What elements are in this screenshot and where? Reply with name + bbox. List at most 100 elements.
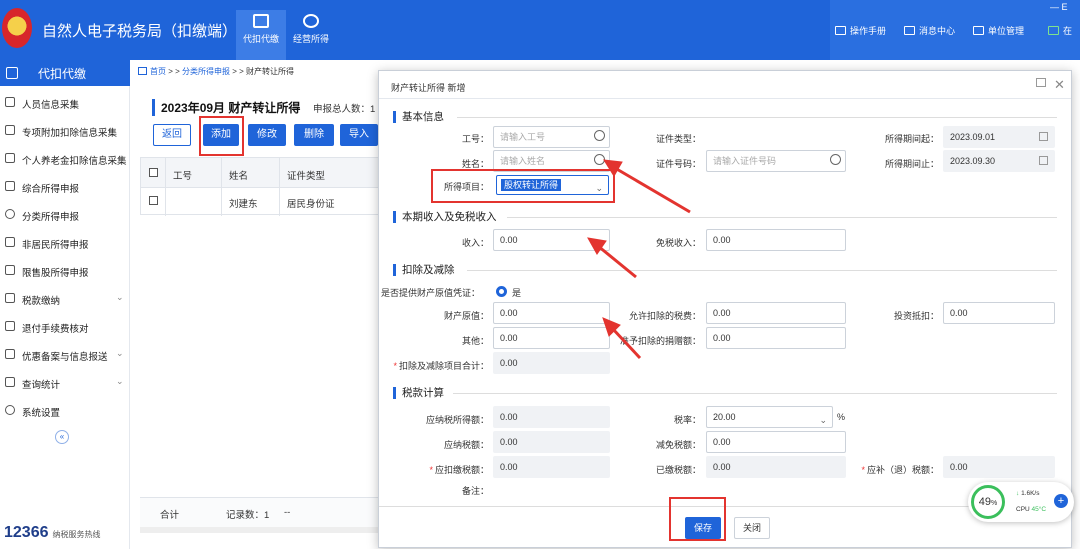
data-table: 工号 姓名 证件类型 刘建东 居民身份证: [140, 157, 380, 216]
allowed-tax-label: 允许扣除的税费：: [628, 311, 701, 321]
emp-no-placeholder: 请输入工号: [500, 132, 546, 142]
row-checkbox[interactable]: [149, 196, 158, 205]
other-label: 其他：: [461, 336, 489, 346]
sidebar-item-refund-fee[interactable]: 退付手续费核对: [0, 313, 130, 341]
building-icon: [973, 26, 984, 35]
section-basic: 基本信息: [393, 111, 444, 123]
sidebar-item-label: 系统设置: [22, 408, 61, 419]
list-icon: [5, 125, 15, 135]
close-button[interactable]: 关闭: [734, 517, 770, 539]
paid-value: 0.00: [706, 456, 846, 478]
divider: [279, 158, 280, 216]
allowed-tax-input[interactable]: 0.00: [706, 302, 846, 324]
cpu-monitor-widget[interactable]: 49% ↓ 1.6K/s CPU 45°C +: [968, 482, 1074, 522]
add-dialog: 财产转让所得 新增 ✕ 基本信息 工号： 请输入工号 姓名： 请输入姓名 证件类…: [378, 70, 1072, 548]
search-icon[interactable]: [594, 154, 605, 165]
coins-icon: [303, 14, 319, 28]
plus-icon[interactable]: +: [1054, 494, 1068, 508]
nav-withholding[interactable]: 代扣代缴: [236, 10, 286, 60]
page-title: 2023年09月 财产转让所得: [152, 99, 300, 116]
bar-chart-icon: [5, 265, 15, 275]
online-label: 在: [1063, 26, 1073, 36]
sidebar-item-nonresident[interactable]: 非居民所得申报: [0, 229, 130, 257]
edit-button[interactable]: 修改: [248, 124, 286, 146]
id-type-label: 证件类型：: [655, 134, 701, 144]
period-start-input[interactable]: 2023.09.01: [943, 126, 1055, 148]
sidebar-item-classified[interactable]: 分类所得申报: [0, 201, 130, 229]
period-end-label: 所得期间止：: [884, 159, 939, 169]
person-icon: [5, 97, 15, 107]
orig-value-input[interactable]: 0.00: [493, 302, 610, 324]
sidebar-item-label: 查询统计: [22, 380, 61, 391]
col-header: 工号: [173, 171, 193, 182]
sidebar-item-comprehensive[interactable]: 综合所得申报: [0, 173, 130, 201]
layers-icon: [5, 181, 15, 191]
breadcrumb-classified[interactable]: 分类所得申报: [182, 67, 230, 76]
search-icon[interactable]: [594, 130, 605, 141]
footer-dash: --: [284, 507, 291, 518]
sidebar-item-query[interactable]: 查询统计 ⌄: [0, 369, 130, 397]
nav-label: 经营所得: [292, 34, 329, 44]
window-min-button[interactable]: — E: [1050, 2, 1068, 12]
withhold-label: * 应扣缴税额：: [399, 463, 489, 476]
delete-button[interactable]: 删除: [294, 124, 334, 146]
cpu-usage-ring: 49%: [971, 485, 1005, 519]
relief-input[interactable]: 0.00: [706, 431, 846, 453]
breadcrumb-home[interactable]: 首页: [150, 67, 166, 76]
search-icon[interactable]: [830, 154, 841, 165]
message-center-button[interactable]: 消息中心: [904, 24, 955, 37]
deduct-total-label: * 扣除及减除项目合计：: [383, 359, 489, 372]
select-all-checkbox[interactable]: [149, 168, 158, 177]
income-input[interactable]: 0.00: [493, 229, 610, 251]
online-button[interactable]: 在: [1048, 24, 1072, 37]
sidebar-item-person-info[interactable]: 人员信息采集: [0, 89, 130, 117]
manual-icon: [835, 26, 846, 35]
wallet-icon: [253, 14, 269, 28]
divider: [507, 217, 1057, 218]
donation-input[interactable]: 0.00: [706, 327, 846, 349]
sidebar-item-settings[interactable]: 系统设置: [0, 397, 130, 425]
invest-input[interactable]: 0.00: [943, 302, 1055, 324]
sidebar-item-preferential[interactable]: 优惠备案与信息报送 ⌄: [0, 341, 130, 369]
sidebar-item-label: 税款缴纳: [22, 296, 61, 307]
manual-button[interactable]: 操作手册: [835, 24, 886, 37]
net-speed-value: 1.6K/s: [1021, 490, 1040, 497]
sidebar-item-special-deduction[interactable]: 专项附加扣除信息采集: [0, 117, 130, 145]
message-label: 消息中心: [919, 26, 956, 36]
sidebar-item-label: 综合所得申报: [22, 184, 80, 195]
nav-business-income[interactable]: 经营所得: [286, 10, 336, 60]
other-input[interactable]: 0.00: [493, 327, 610, 349]
taxfree-input[interactable]: 0.00: [706, 229, 846, 251]
import-button[interactable]: 导入: [340, 124, 378, 146]
unit-manage-button[interactable]: 单位管理: [973, 24, 1024, 37]
required-mark: *: [429, 465, 433, 475]
sidebar-item-pension[interactable]: 个人养老金扣除信息采集: [0, 145, 130, 173]
proof-yes-radio[interactable]: [496, 286, 507, 297]
breadcrumb-sep: > >: [166, 67, 183, 76]
gear-icon: [5, 405, 15, 415]
id-no-input[interactable]: 请输入证件号码: [706, 150, 846, 172]
divider: [221, 158, 222, 216]
mail-icon: [904, 26, 915, 35]
sidebar-item-label: 分类所得申报: [22, 212, 80, 223]
maximize-icon[interactable]: [1036, 78, 1046, 87]
home-icon: [138, 67, 147, 75]
emp-no-input[interactable]: 请输入工号: [493, 126, 610, 148]
back-button[interactable]: 返回: [153, 124, 191, 146]
cpu-label: CPU: [1016, 506, 1030, 513]
proof-label: 是否提供财产原值凭证：: [381, 288, 481, 298]
close-icon[interactable]: ✕: [1054, 77, 1065, 93]
sidebar-item-restricted-stock[interactable]: 限售股所得申报: [0, 257, 130, 285]
period-end-input[interactable]: 2023.09.30: [943, 150, 1055, 172]
horizontal-scrollbar[interactable]: [140, 527, 380, 533]
breadcrumb-sep: > >: [230, 67, 247, 76]
rate-select[interactable]: 20.00 ⌄: [706, 406, 833, 428]
sidebar-item-tax-payment[interactable]: 税款缴纳 ⌄: [0, 285, 130, 313]
divider: [457, 117, 1057, 118]
table-cell[interactable]: 刘建东: [229, 196, 258, 210]
remark-label: 备注：: [461, 486, 489, 496]
sidebar-collapse-button[interactable]: «: [55, 430, 69, 444]
withhold-value: 0.00: [493, 456, 610, 478]
period-start-label: 所得期间起：: [884, 134, 939, 144]
income-label: 收入：: [461, 238, 489, 248]
